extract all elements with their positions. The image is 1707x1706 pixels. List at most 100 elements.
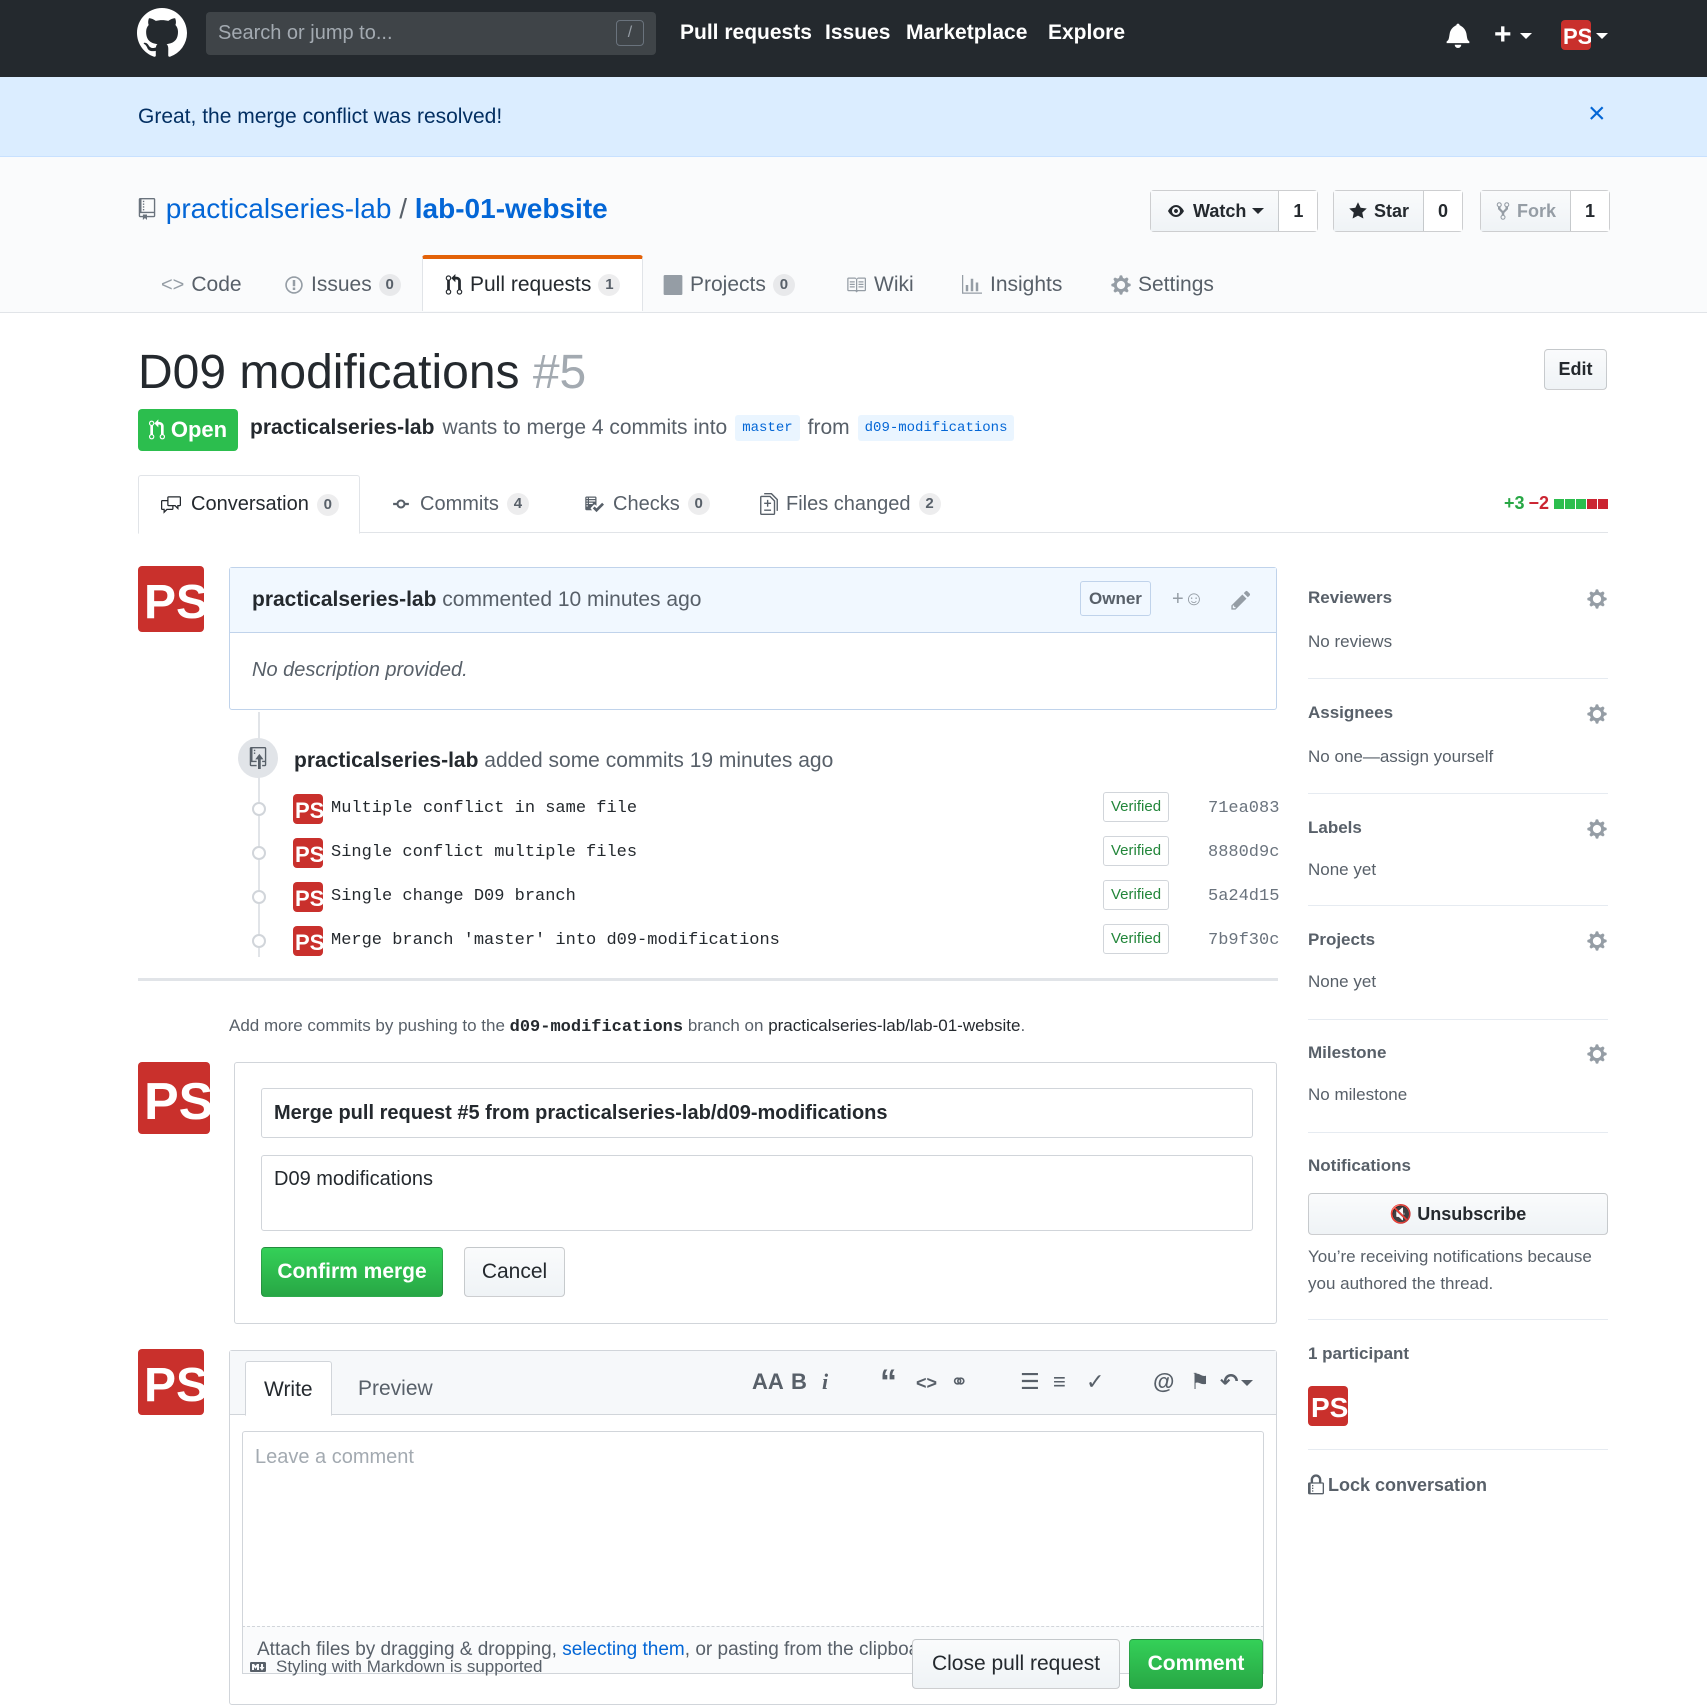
avatar[interactable]: PS (293, 838, 323, 868)
diffstat: +3 −2 (1504, 493, 1608, 514)
tasklist-icon[interactable]: ✓ (1086, 1369, 1104, 1395)
lock-conversation-link[interactable]: Lock conversation (1308, 1474, 1487, 1496)
add-reaction-button[interactable]: +☺ (1172, 568, 1204, 631)
verified-badge[interactable]: Verified (1103, 836, 1170, 866)
header-text-icon[interactable]: AA (752, 1369, 784, 1395)
code-icon[interactable]: <> (916, 1373, 937, 1394)
pencil-icon[interactable] (1230, 589, 1252, 611)
tab-conversation[interactable]: Conversation 0 (138, 475, 360, 534)
fork-button[interactable]: Fork (1481, 191, 1572, 231)
tab-settings[interactable]: Settings (1111, 257, 1214, 313)
edit-title-button[interactable]: Edit (1544, 349, 1607, 390)
tab-insights[interactable]: Insights (961, 257, 1062, 313)
quote-icon[interactable]: “ (880, 1363, 897, 1402)
nav-issues[interactable]: Issues (825, 21, 890, 45)
comment-textarea[interactable]: Leave a comment (242, 1431, 1264, 1627)
commit-message[interactable]: Single change D09 branch (331, 887, 576, 906)
commit-dot-icon (252, 934, 266, 948)
commit-message[interactable]: Single conflict multiple files (331, 843, 637, 862)
watch-button[interactable]: Watch (1151, 191, 1280, 231)
pr-meta: practicalseries-lab wants to merge 4 com… (250, 415, 1015, 441)
bold-icon[interactable]: B (791, 1369, 807, 1395)
repo-name-link[interactable]: lab-01-website (415, 193, 608, 224)
pr-author-link[interactable]: practicalseries-lab (250, 416, 434, 440)
tab-projects[interactable]: Projects 0 (663, 257, 795, 313)
global-header: Search or jump to... / Pull requests Iss… (0, 0, 1707, 77)
avatar[interactable]: PS (138, 566, 204, 632)
avatar[interactable]: PS (293, 794, 323, 824)
tab-code[interactable]: <> Code (161, 257, 242, 313)
avatar[interactable]: PS (1561, 20, 1591, 50)
tab-commits[interactable]: Commits 4 (390, 475, 529, 533)
tab-pull-requests[interactable]: Pull requests 1 (422, 255, 644, 311)
star-count[interactable]: 0 (1424, 191, 1463, 231)
repo-owner-link[interactable]: practicalseries-lab (166, 193, 392, 224)
create-new-button[interactable]: + (1494, 18, 1532, 52)
unsubscribe-button[interactable]: 🔇 Unsubscribe (1308, 1193, 1608, 1235)
github-logo[interactable] (137, 8, 187, 58)
verified-badge[interactable]: Verified (1103, 792, 1170, 822)
avatar[interactable]: PS (293, 882, 323, 912)
commit-dot-icon (252, 846, 266, 860)
gear-icon[interactable] (1586, 818, 1608, 840)
bell-icon[interactable] (1446, 22, 1470, 48)
assign-yourself-link[interactable]: No one—assign yourself (1308, 747, 1493, 767)
close-icon[interactable]: × (1588, 97, 1606, 131)
mention-icon[interactable]: @ (1153, 1369, 1174, 1395)
tab-files-changed[interactable]: Files changed 2 (760, 475, 941, 533)
italic-icon[interactable]: i (822, 1369, 828, 1395)
tab-preview[interactable]: Preview (340, 1361, 451, 1416)
watch-label: Watch (1193, 201, 1247, 221)
close-pull-request-button[interactable]: Close pull request (912, 1639, 1120, 1689)
gear-icon[interactable] (1586, 703, 1608, 725)
commit-sha[interactable]: 5a24d15 (1208, 887, 1279, 906)
tab-wiki[interactable]: Wiki (845, 257, 914, 313)
markdown-note[interactable]: Styling with Markdown is supported (246, 1657, 542, 1677)
nav-explore[interactable]: Explore (1048, 21, 1125, 45)
gear-icon[interactable] (1586, 1043, 1608, 1065)
cancel-button[interactable]: Cancel (464, 1247, 565, 1297)
reply-icon[interactable]: ↶ (1220, 1369, 1254, 1395)
watch-count[interactable]: 1 (1279, 191, 1318, 231)
tab-checks[interactable]: Checks 0 (583, 475, 710, 533)
link-icon[interactable]: ⚭ (950, 1369, 968, 1395)
gear-icon[interactable] (1586, 930, 1608, 952)
comment-author[interactable]: practicalseries-lab (252, 588, 436, 611)
gear-icon[interactable] (1586, 588, 1608, 610)
comment-button[interactable]: Comment (1129, 1639, 1263, 1689)
search-input[interactable]: Search or jump to... / (206, 12, 656, 55)
merge-message-textarea[interactable]: D09 modifications (261, 1155, 1253, 1231)
base-branch[interactable]: master (735, 415, 800, 441)
avatar[interactable]: PS (138, 1062, 210, 1134)
avatar[interactable]: PS (1308, 1386, 1348, 1426)
merge-title-input[interactable]: Merge pull request #5 from practicalseri… (261, 1088, 1253, 1138)
head-branch[interactable]: d09-modifications (857, 415, 1015, 441)
avatar[interactable]: PS (138, 1349, 204, 1415)
commit-message[interactable]: Merge branch 'master' into d09-modificat… (331, 931, 780, 950)
tab-issues[interactable]: Issues 0 (284, 257, 401, 313)
verified-badge[interactable]: Verified (1103, 924, 1170, 954)
commit-sha[interactable]: 7b9f30c (1208, 931, 1279, 950)
confirm-merge-button[interactable]: Confirm merge (261, 1247, 443, 1297)
chevron-down-icon[interactable] (1596, 33, 1608, 39)
fork-count[interactable]: 1 (1571, 191, 1610, 231)
avatar[interactable]: PS (293, 926, 323, 956)
ordered-list-icon[interactable]: ≡ (1053, 1369, 1066, 1395)
commit-sha[interactable]: 8880d9c (1208, 843, 1279, 862)
select-files-link[interactable]: selecting them (562, 1639, 685, 1660)
star-button[interactable]: Star (1334, 191, 1425, 231)
nav-pull-requests[interactable]: Pull requests (680, 21, 812, 45)
commit-sha[interactable]: 71ea083 (1208, 799, 1279, 818)
push-hint: Add more commits by pushing to the d09-m… (229, 1016, 1025, 1037)
tab-write[interactable]: Write (245, 1361, 332, 1416)
hint-suffix: . (1020, 1016, 1026, 1035)
hint-repo[interactable]: practicalseries-lab/lab-01-website (768, 1016, 1020, 1035)
verified-badge[interactable]: Verified (1103, 880, 1170, 910)
bookmark-icon[interactable]: ⚑ (1190, 1369, 1210, 1395)
nav-marketplace[interactable]: Marketplace (906, 21, 1027, 45)
push-author[interactable]: practicalseries-lab (294, 749, 478, 772)
commit-message[interactable]: Multiple conflict in same file (331, 799, 637, 818)
unordered-list-icon[interactable]: ☰ (1020, 1369, 1040, 1395)
comment-body: No description provided. (252, 659, 468, 681)
hint-branch: d09-modifications (509, 1018, 684, 1037)
